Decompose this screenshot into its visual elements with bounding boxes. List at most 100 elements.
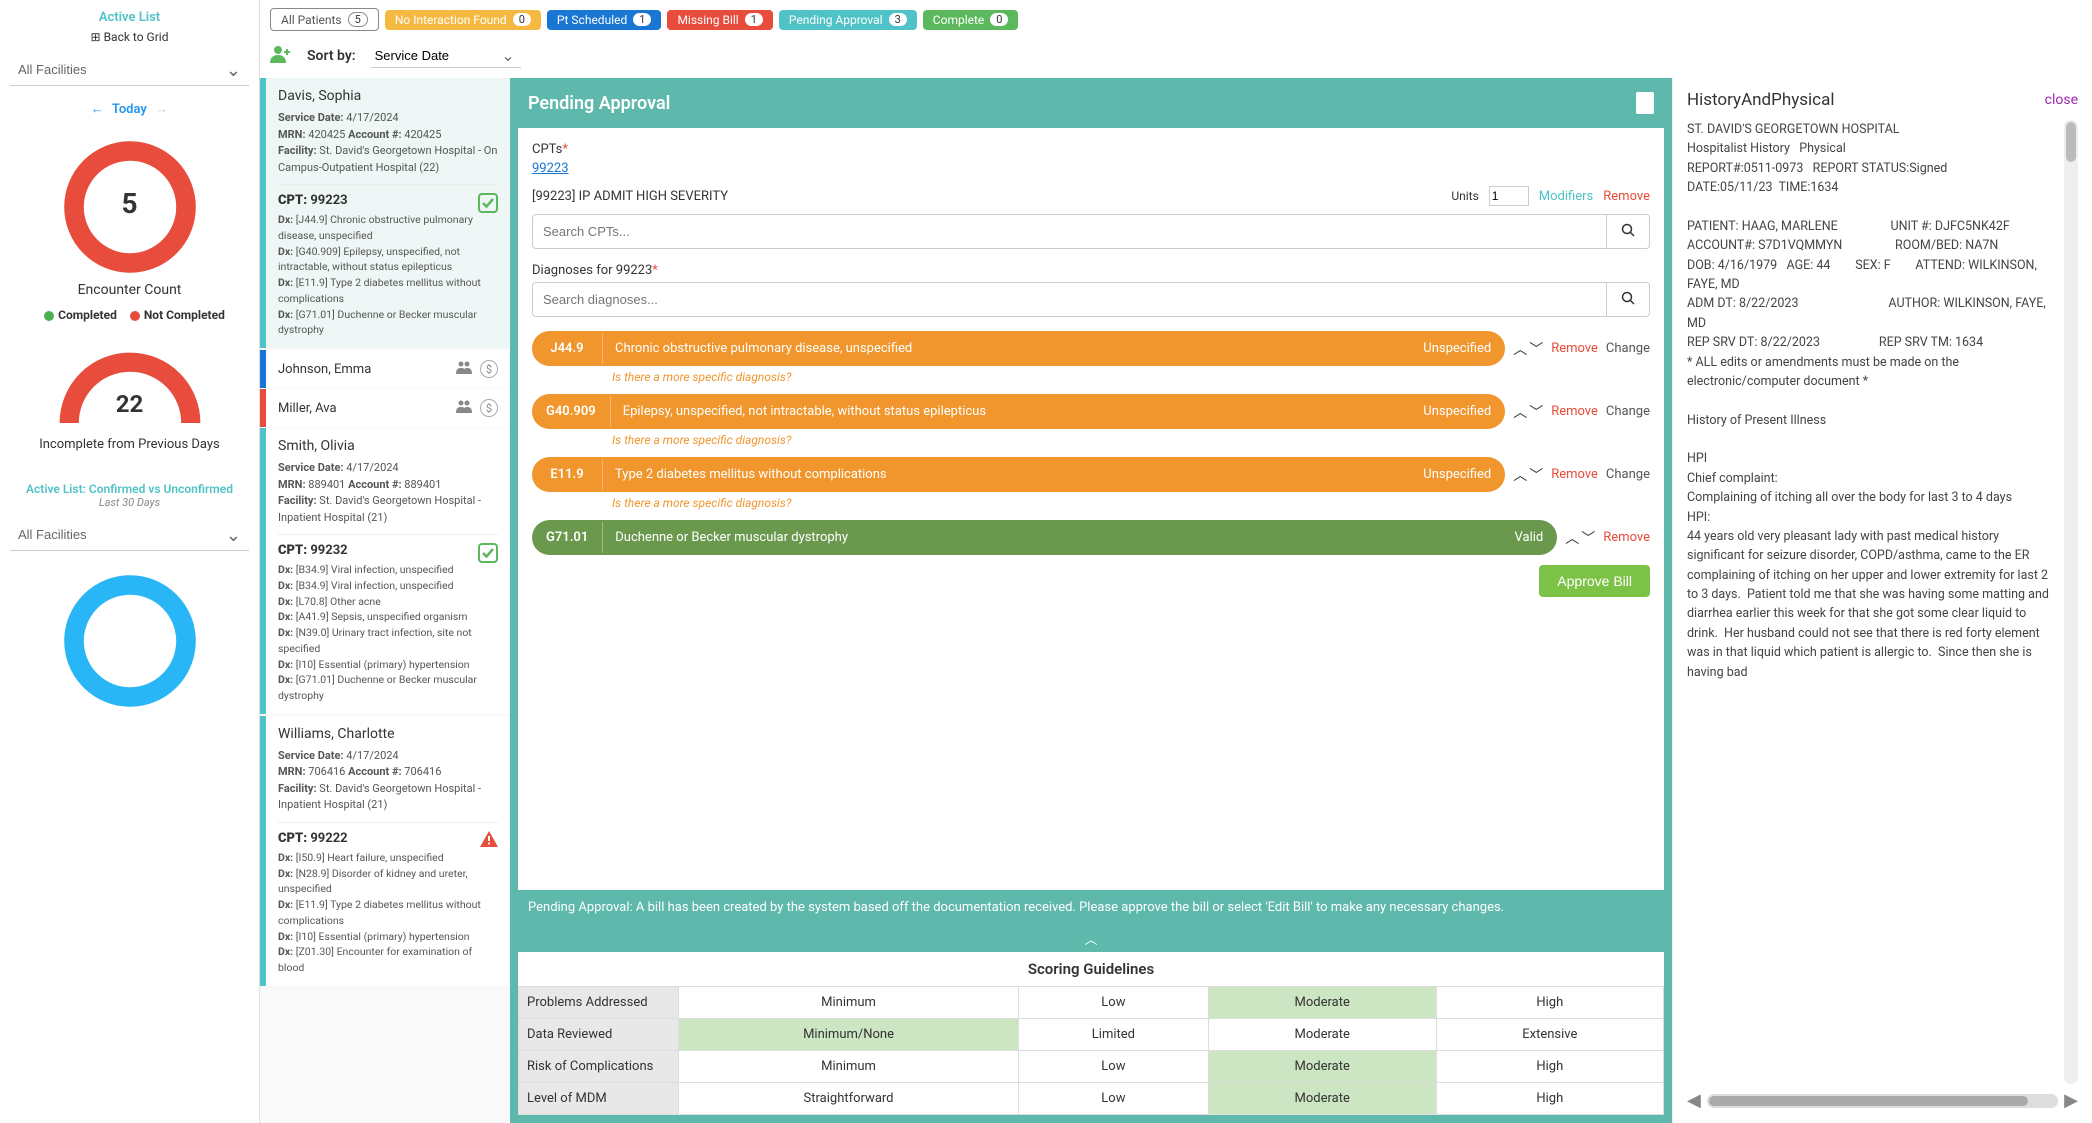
scoring-cell[interactable]: Minimum/None <box>679 1019 1019 1051</box>
search-dx-button[interactable] <box>1607 282 1650 317</box>
scoring-title: Scoring Guidelines <box>518 952 1664 986</box>
doc-scroll-track[interactable] <box>1707 1094 2058 1108</box>
scoring-cell[interactable]: Low <box>1019 1083 1209 1115</box>
facility-select-2[interactable]: All Facilities <box>10 519 249 551</box>
dx-status: Unspecified <box>1409 333 1505 364</box>
scoring-cell[interactable]: Straightforward <box>679 1083 1019 1115</box>
scoring-guidelines: Scoring Guidelines Problems AddressedMin… <box>518 952 1664 1115</box>
document-icon[interactable] <box>1636 92 1654 114</box>
patient-card[interactable]: Smith, OliviaService Date: 4/17/2024MRN:… <box>260 428 510 714</box>
dx-remove-link[interactable]: Remove <box>1551 404 1598 419</box>
search-cpt-button[interactable] <box>1607 214 1650 249</box>
dx-move-up[interactable]: ︿ <box>1565 528 1579 548</box>
approve-bill-button[interactable]: Approve Bill <box>1539 565 1650 597</box>
check-icon <box>478 543 498 568</box>
dx-move-down[interactable]: ﹀ <box>1581 528 1595 548</box>
dx-reorder-arrows: ︿﹀ <box>1565 528 1595 548</box>
dx-move-down[interactable]: ﹀ <box>1529 402 1543 422</box>
cpt-remove-link[interactable]: Remove <box>1603 189 1650 204</box>
modifiers-link[interactable]: Modifiers <box>1539 189 1593 204</box>
approval-column: Pending Approval CPTs* 99223 [99223] IP … <box>510 78 1672 1123</box>
scoring-cell[interactable]: Extensive <box>1436 1019 1663 1051</box>
add-patient-icon[interactable] <box>270 44 292 68</box>
cpts-label: CPTs* <box>532 142 1650 157</box>
sort-row: Sort by: Service Date <box>260 39 2092 78</box>
dx-move-down[interactable]: ﹀ <box>1529 465 1543 485</box>
scoring-cell[interactable]: Moderate <box>1208 1019 1436 1051</box>
dx-move-down[interactable]: ﹀ <box>1529 339 1543 359</box>
legend-dot-not-completed <box>130 311 140 321</box>
cpt-description: [99223] IP ADMIT HIGH SEVERITY <box>532 189 1441 204</box>
sort-label: Sort by: <box>307 48 356 64</box>
dx-remove-link[interactable]: Remove <box>1551 467 1598 482</box>
group-icon <box>456 360 474 374</box>
dx-remove-link[interactable]: Remove <box>1551 341 1598 356</box>
doc-prev-arrow[interactable]: ◀ <box>1687 1090 1701 1111</box>
patient-card[interactable]: Davis, SophiaService Date: 4/17/2024MRN:… <box>260 78 510 348</box>
scoring-cell[interactable]: Moderate <box>1208 1051 1436 1083</box>
scoring-cell[interactable]: High <box>1436 1051 1663 1083</box>
dx-move-up[interactable]: ︿ <box>1513 465 1527 485</box>
detail-panel: Pending Approval CPTs* 99223 [99223] IP … <box>510 78 2092 1123</box>
filter-pill-pt-scheduled[interactable]: Pt Scheduled1 <box>547 10 662 30</box>
scoring-cell[interactable]: Minimum <box>679 987 1019 1019</box>
doc-vertical-scrollbar[interactable] <box>2064 120 2078 1084</box>
dx-reorder-arrows: ︿﹀ <box>1513 465 1543 485</box>
dx-move-up[interactable]: ︿ <box>1513 402 1527 422</box>
encounter-count: 5 <box>121 187 137 220</box>
date-next-arrow[interactable]: → <box>155 102 168 117</box>
scoring-cell[interactable]: Low <box>1019 987 1209 1019</box>
dx-change-link[interactable]: Change <box>1606 341 1650 356</box>
scoring-cell[interactable]: High <box>1436 1083 1663 1115</box>
back-to-grid-link[interactable]: Back to Grid <box>10 30 249 44</box>
dx-row: G71.01Duchenne or Becker muscular dystro… <box>532 520 1650 555</box>
doc-horizontal-nav: ◀ ▶ <box>1687 1090 2078 1111</box>
dx-hint: Is there a more specific diagnosis? <box>612 496 1650 510</box>
confirmed-ring-chart <box>60 571 200 711</box>
active-list-title: Active List <box>10 10 249 25</box>
scoring-cell[interactable]: Low <box>1019 1051 1209 1083</box>
dx-code: G40.909 <box>532 394 610 429</box>
doc-body[interactable]: ST. DAVID'S GEORGETOWN HOSPITAL Hospital… <box>1687 120 2060 1084</box>
patient-card[interactable]: Williams, CharlotteService Date: 4/17/20… <box>260 716 510 986</box>
dx-pill: G71.01Duchenne or Becker muscular dystro… <box>532 520 1557 555</box>
scoring-cell[interactable]: Moderate <box>1208 1083 1436 1115</box>
search-cpt-input[interactable] <box>532 214 1607 249</box>
cpt-link[interactable]: 99223 <box>532 161 569 176</box>
search-dx-input[interactable] <box>532 282 1607 317</box>
dx-change-link[interactable]: Change <box>1606 467 1650 482</box>
incomplete-gauge: 22 <box>50 342 210 432</box>
dx-status: Unspecified <box>1409 396 1505 427</box>
alert-icon <box>480 831 498 852</box>
approval-collapse-chevron[interactable]: ︿ <box>510 925 1672 952</box>
dx-pill: E11.9Type 2 diabetes mellitus without co… <box>532 457 1505 492</box>
dx-remove-link[interactable]: Remove <box>1603 530 1650 545</box>
dx-desc: Epilepsy, unspecified, not intractable, … <box>610 396 1410 427</box>
scoring-cell[interactable]: Minimum <box>679 1051 1019 1083</box>
facility-select[interactable]: All Facilities <box>10 54 249 86</box>
doc-next-arrow[interactable]: ▶ <box>2064 1090 2078 1111</box>
doc-close-link[interactable]: close <box>2045 92 2078 108</box>
sort-select[interactable]: Service Date <box>371 44 521 68</box>
units-input[interactable] <box>1489 186 1529 206</box>
date-prev-arrow[interactable]: ← <box>91 102 104 117</box>
group-icon <box>456 399 474 413</box>
filter-pill-complete[interactable]: Complete0 <box>923 10 1019 30</box>
dx-move-up[interactable]: ︿ <box>1513 339 1527 359</box>
patient-card-mini[interactable]: Johnson, Emma$ <box>260 350 510 388</box>
scoring-cell[interactable]: Limited <box>1019 1019 1209 1051</box>
filter-pill-all-patients[interactable]: All Patients5 <box>270 8 379 31</box>
filter-pill-missing-bill[interactable]: Missing Bill1 <box>667 10 772 30</box>
filter-pill-pending-approval[interactable]: Pending Approval3 <box>779 10 917 30</box>
filter-pill-no-interaction-found[interactable]: No Interaction Found0 <box>385 10 541 30</box>
approval-title: Pending Approval <box>528 93 670 114</box>
dx-reorder-arrows: ︿﹀ <box>1513 402 1543 422</box>
dx-row: J44.9Chronic obstructive pulmonary disea… <box>532 331 1650 366</box>
scoring-cell[interactable]: Moderate <box>1208 987 1436 1019</box>
dx-desc: Duchenne or Becker muscular dystrophy <box>602 522 1500 553</box>
scoring-cell[interactable]: High <box>1436 987 1663 1019</box>
incomplete-label: Incomplete from Previous Days <box>10 437 249 452</box>
patient-card-mini[interactable]: Miller, Ava$ <box>260 389 510 427</box>
dx-change-link[interactable]: Change <box>1606 404 1650 419</box>
patient-list[interactable]: Davis, SophiaService Date: 4/17/2024MRN:… <box>260 78 510 1123</box>
